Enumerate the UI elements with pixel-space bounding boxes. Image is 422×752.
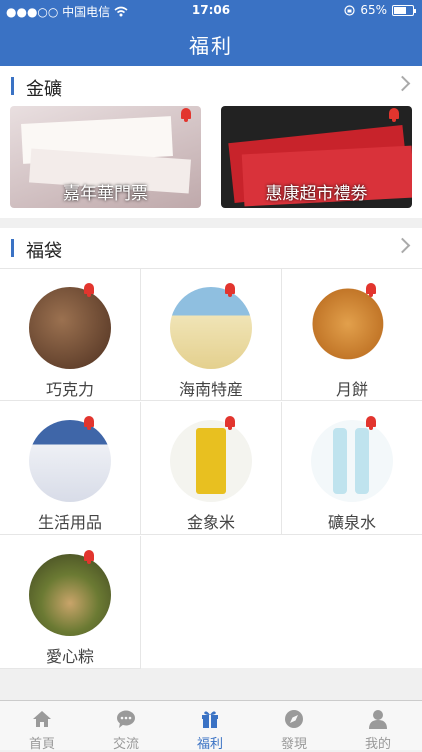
- lucky-bag-section: 福袋 巧克力 海南特産 月餅 生活用品 金象米 礦泉水 愛心粽: [0, 228, 422, 669]
- daily-goods-image: [29, 420, 111, 502]
- bell-icon: [365, 416, 377, 430]
- battery-percent: 65%: [360, 3, 387, 17]
- wellcome-voucher-card[interactable]: 惠康超市禮劵: [221, 106, 412, 208]
- battery-icon: [392, 4, 416, 16]
- rice-dumpling-image: [29, 554, 111, 636]
- card-caption: 嘉年華門票: [63, 184, 148, 204]
- battery-indicator: 65%: [344, 3, 416, 17]
- grid-item-rice-dumpling[interactable]: 愛心粽: [0, 536, 141, 669]
- tab-profile[interactable]: 我的: [336, 701, 420, 752]
- chevron-right-icon[interactable]: [394, 237, 411, 254]
- bell-icon: [365, 283, 377, 297]
- page-title: 福利: [189, 34, 233, 58]
- item-label: 巧克力: [45, 380, 94, 399]
- hainan-specialty-image: [170, 287, 252, 369]
- gold-mine-header[interactable]: 金礦: [0, 66, 422, 106]
- tab-label: 發現: [280, 737, 307, 752]
- tab-home[interactable]: 首頁: [0, 701, 84, 752]
- navigation-header: ●●●○○ 中国电信 17:06 65% 福利: [0, 0, 422, 66]
- tab-label: 福利: [196, 737, 223, 752]
- compass-icon: [285, 710, 303, 728]
- item-label: 月餅: [335, 380, 368, 399]
- grid-item-daily-goods[interactable]: 生活用品: [0, 402, 141, 535]
- bell-icon: [83, 283, 95, 297]
- mineral-water-image: [311, 420, 393, 502]
- chocolate-image: [29, 287, 111, 369]
- person-icon: [369, 710, 387, 729]
- section-accent-bar: [11, 77, 14, 95]
- grid-item-hainan-specialty[interactable]: 海南特産: [141, 268, 282, 401]
- section-accent-bar: [11, 239, 14, 257]
- gold-mine-section: 金礦 嘉年華門票 惠康超市禮劵: [0, 66, 422, 218]
- tab-label: 首頁: [28, 737, 55, 752]
- card-caption: 惠康超市禮劵: [265, 184, 368, 204]
- bell-icon: [83, 416, 95, 430]
- grid-item-chocolate[interactable]: 巧克力: [0, 268, 141, 401]
- tab-community[interactable]: 交流: [84, 701, 168, 752]
- gift-icon: [202, 711, 218, 728]
- grid-item-rice[interactable]: 金象米: [141, 402, 282, 535]
- home-icon: [33, 711, 51, 727]
- section-title: 福袋: [26, 241, 62, 262]
- item-label: 礦泉水: [327, 513, 376, 532]
- status-bar: ●●●○○ 中国电信 17:06 65%: [0, 0, 422, 22]
- item-label: 海南特産: [178, 380, 243, 399]
- bell-icon: [180, 108, 192, 122]
- bell-icon: [224, 416, 236, 430]
- rice-image: [170, 420, 252, 502]
- item-label: 金象米: [186, 513, 235, 532]
- mooncake-image: [311, 287, 393, 369]
- carnival-ticket-card[interactable]: 嘉年華門票: [10, 106, 201, 208]
- tab-bar: 首頁 交流 福利 發現 我的: [0, 700, 422, 752]
- chevron-right-icon[interactable]: [394, 75, 411, 92]
- section-title: 金礦: [26, 79, 62, 100]
- lucky-bag-header[interactable]: 福袋: [0, 228, 422, 268]
- item-label: 愛心粽: [45, 647, 94, 666]
- item-label: 生活用品: [37, 513, 102, 532]
- chat-icon: [117, 710, 135, 728]
- bell-icon: [388, 108, 400, 122]
- tab-welfare[interactable]: 福利: [168, 701, 252, 752]
- bell-icon: [83, 550, 95, 564]
- tab-label: 我的: [364, 737, 391, 752]
- orientation-lock-icon: [344, 4, 355, 16]
- tab-discover[interactable]: 發現: [252, 701, 336, 752]
- grid-item-mineral-water[interactable]: 礦泉水: [282, 402, 422, 535]
- bell-icon: [224, 283, 236, 297]
- tab-label: 交流: [112, 737, 139, 752]
- grid-item-mooncake[interactable]: 月餅: [282, 268, 422, 401]
